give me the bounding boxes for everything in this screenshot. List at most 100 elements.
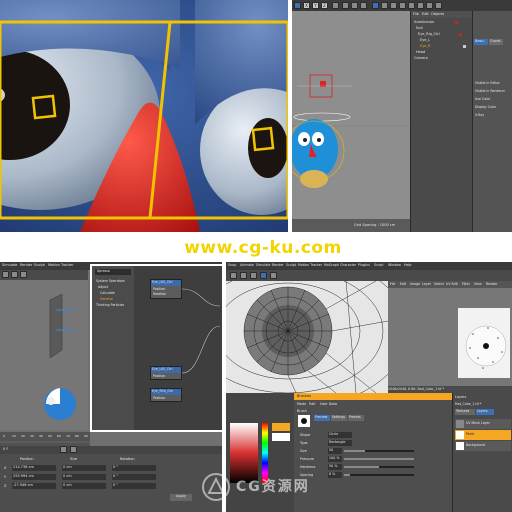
z-axis-toggle[interactable]: Z xyxy=(321,2,328,9)
menu-item[interactable]: Help xyxy=(404,263,412,268)
shape-dropdown[interactable]: Circle xyxy=(328,432,352,438)
pressure-slider[interactable] xyxy=(344,458,414,460)
menu-user-data[interactable]: User Data xyxy=(320,402,337,407)
eraser-icon[interactable] xyxy=(240,272,247,279)
menu-motion-tracker[interactable]: Motion Tracker xyxy=(48,263,74,268)
y-axis-toggle[interactable]: Y xyxy=(312,2,319,9)
foreground-color-swatch[interactable] xyxy=(272,423,290,431)
undo-icon[interactable] xyxy=(294,2,301,9)
type-dropdown[interactable]: Rectangle xyxy=(328,440,352,446)
attr-row[interactable]: X-Ray xyxy=(473,113,512,119)
tab-preview[interactable]: Preview xyxy=(314,415,330,421)
camera-icon[interactable] xyxy=(426,2,433,9)
coord-size-field[interactable]: 0 cm xyxy=(62,465,106,471)
tab-basic[interactable]: Basic xyxy=(474,39,488,45)
rotate-icon[interactable] xyxy=(20,271,27,278)
coord-pos-field[interactable]: -27.946 cm xyxy=(12,483,56,489)
tab-textures[interactable]: Textures xyxy=(455,409,475,415)
menu-render[interactable]: Render xyxy=(20,263,32,268)
menu-item[interactable]: Character xyxy=(340,263,356,268)
uv-menu-item[interactable]: Select xyxy=(434,282,444,287)
viewport[interactable]: Grid Spacing : 1000 cm xyxy=(292,11,410,232)
attr-row[interactable]: Visible in Renderer xyxy=(473,89,512,95)
array-icon[interactable] xyxy=(399,2,406,9)
menu-item[interactable]: Simulate xyxy=(256,263,271,268)
attr-row[interactable]: Visible in Editor xyxy=(473,81,512,87)
menu-item[interactable]: Script xyxy=(374,263,384,268)
menu-item[interactable]: Plugins xyxy=(358,263,370,268)
texture-view[interactable] xyxy=(388,288,512,393)
render-view-icon[interactable] xyxy=(342,2,349,9)
floor-icon[interactable] xyxy=(417,2,424,9)
object-row[interactable]: Camera xyxy=(411,56,472,62)
cube-icon[interactable] xyxy=(372,2,379,9)
tab-presets[interactable]: Presets xyxy=(348,415,364,421)
attr-row[interactable]: Use Color xyxy=(473,97,512,103)
menu-item[interactable]: Sculpt xyxy=(286,263,296,268)
x-axis-toggle[interactable]: X xyxy=(303,2,310,9)
menu-simulate[interactable]: Simulate xyxy=(2,263,17,268)
background-color-swatch[interactable] xyxy=(272,433,290,441)
uv-menu-item[interactable]: View xyxy=(474,282,482,287)
coord-rot-field[interactable]: 0 ° xyxy=(112,465,156,471)
layer-row-selected[interactable]: Paint xyxy=(455,430,511,440)
coord-size-field[interactable]: 0 cm xyxy=(62,474,106,480)
uv-menu-item[interactable]: Image xyxy=(410,282,420,287)
uv-menu-item[interactable]: File xyxy=(390,282,395,287)
record-icon[interactable] xyxy=(70,446,77,453)
timeline[interactable]: 0 10 20 30 40 50 60 70 80 90 xyxy=(0,432,90,446)
light-icon[interactable] xyxy=(435,2,442,9)
subdivision-icon[interactable] xyxy=(390,2,397,9)
viewport-scene[interactable] xyxy=(0,280,88,430)
fill-icon[interactable] xyxy=(250,272,257,279)
size-field[interactable]: 50 xyxy=(328,448,342,454)
uv-menu-item[interactable]: UV Edit xyxy=(446,282,458,287)
menu-item[interactable]: Snap xyxy=(228,263,236,268)
uv-menu-item[interactable]: Layer xyxy=(422,282,431,287)
coord-pos-field[interactable]: 255.994 cm xyxy=(12,474,56,480)
menu-objects[interactable]: Objects xyxy=(431,12,444,17)
polygon-icon[interactable] xyxy=(270,272,277,279)
attr-row[interactable]: Display Color xyxy=(473,105,512,111)
deformer-icon[interactable] xyxy=(408,2,415,9)
coord-rot-field[interactable]: 0 ° xyxy=(112,474,156,480)
pen-icon[interactable] xyxy=(381,2,388,9)
render-settings-icon[interactable] xyxy=(360,2,367,9)
size-slider[interactable] xyxy=(344,450,414,452)
spacing-slider[interactable] xyxy=(344,474,414,476)
layer-row[interactable]: Background xyxy=(455,441,511,451)
brush-preview[interactable] xyxy=(298,415,310,427)
menu-mode[interactable]: Mode xyxy=(297,402,306,407)
coord-rot-field[interactable]: 0 ° xyxy=(112,483,156,489)
scale-icon[interactable] xyxy=(11,271,18,278)
uv-menu-item[interactable]: Render xyxy=(486,282,497,287)
world-icon[interactable] xyxy=(332,2,339,9)
move-icon[interactable] xyxy=(2,271,9,278)
tab-layers[interactable]: Layers xyxy=(476,409,494,415)
menu-item[interactable]: Animate xyxy=(240,263,254,268)
mesh-viewport[interactable] xyxy=(226,281,388,393)
menu-item[interactable]: Motion Tracker xyxy=(298,263,322,268)
menu-file[interactable]: File xyxy=(413,12,419,17)
menu-item[interactable]: Render xyxy=(272,263,284,268)
uv-icon[interactable] xyxy=(260,272,267,279)
tab-settings[interactable]: Settings xyxy=(331,415,347,421)
menu-edit[interactable]: Edit xyxy=(422,12,429,17)
brush-icon[interactable] xyxy=(230,272,237,279)
menu-item[interactable]: Window xyxy=(388,263,401,268)
menu-sculpt[interactable]: Sculpt xyxy=(34,263,45,268)
uv-menu-item[interactable]: Filter xyxy=(462,282,470,287)
pressure-field[interactable]: 100 % xyxy=(328,456,342,462)
menu-edit[interactable]: Edit xyxy=(309,402,316,407)
apply-button[interactable]: Apply xyxy=(170,494,192,501)
frame-field[interactable]: 0 F xyxy=(3,447,8,452)
play-icon[interactable] xyxy=(60,446,67,453)
tab-coord[interactable]: Coord. xyxy=(489,39,503,45)
uv-menu-item[interactable]: Edit xyxy=(400,282,406,287)
coord-pos-field[interactable]: 214.738 cm xyxy=(12,465,56,471)
menu-item[interactable]: MoGraph xyxy=(324,263,339,268)
layer-row[interactable]: UV Mesh Layer xyxy=(455,419,511,429)
hardness-slider[interactable] xyxy=(344,466,414,468)
render-icon[interactable] xyxy=(351,2,358,9)
coord-size-field[interactable]: 0 cm xyxy=(62,483,106,489)
